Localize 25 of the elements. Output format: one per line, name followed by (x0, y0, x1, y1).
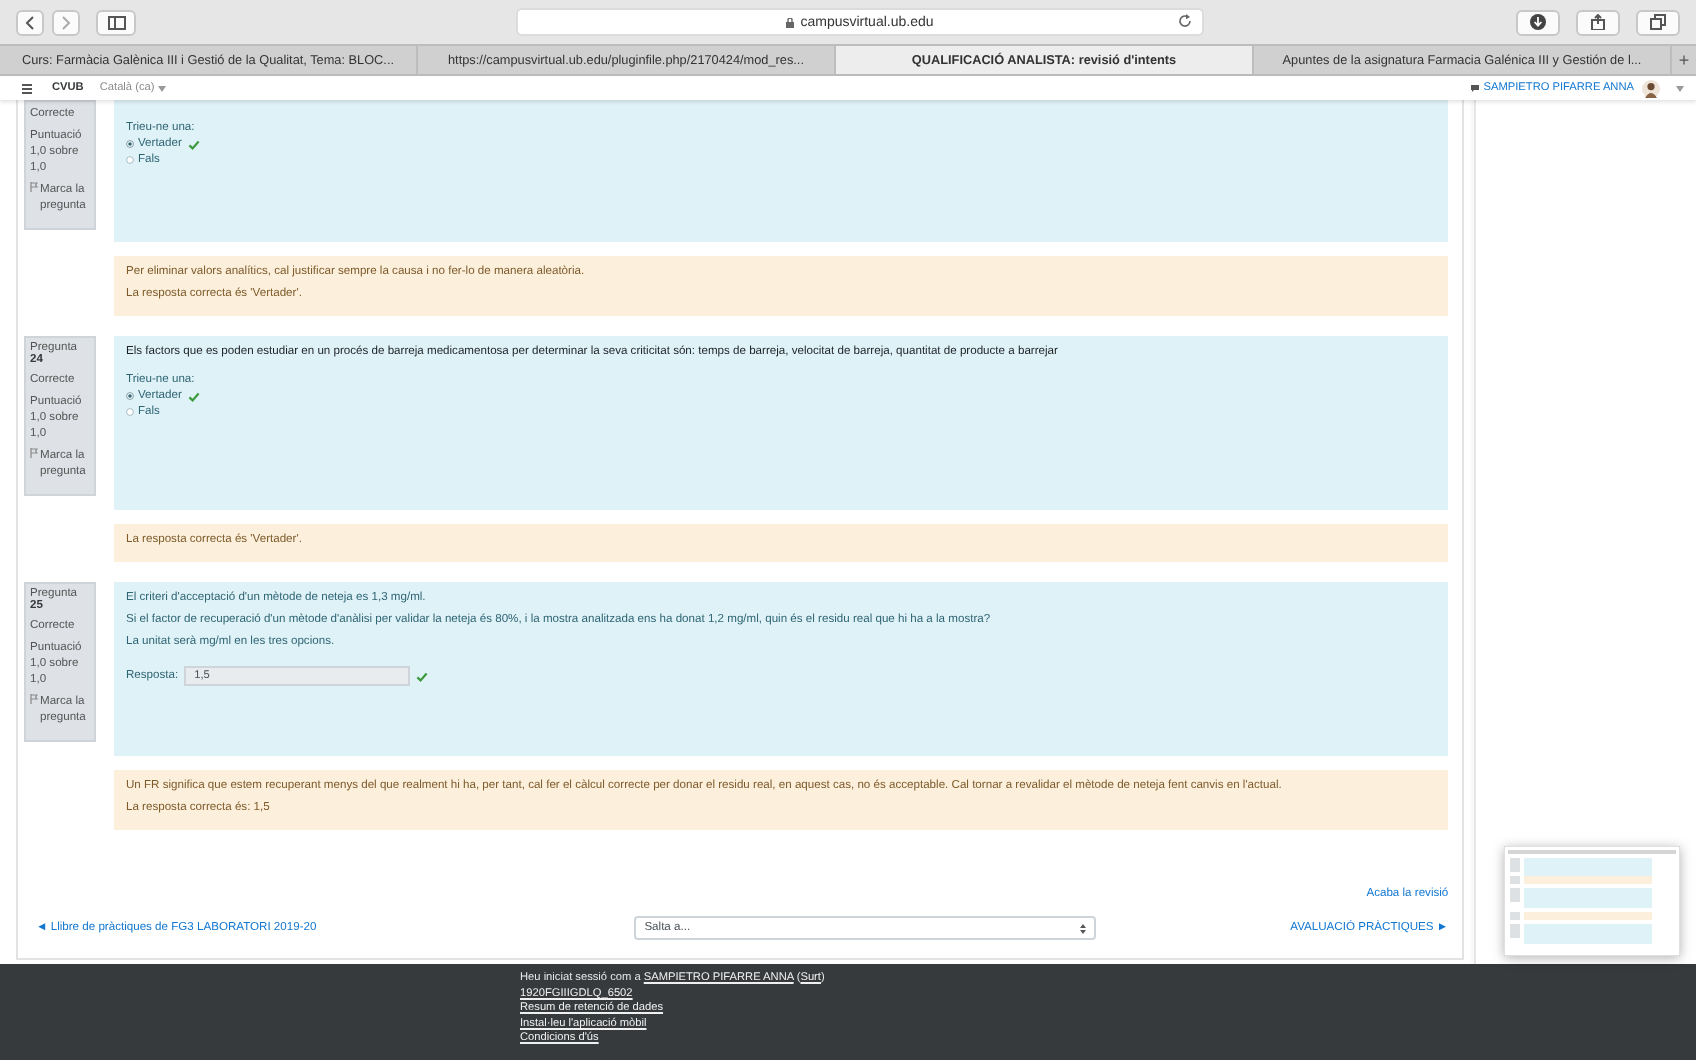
lock-icon (786, 17, 795, 27)
avatar-icon (1642, 79, 1660, 97)
radio-button[interactable] (126, 140, 134, 148)
radio-button[interactable] (126, 156, 134, 164)
back-button[interactable] (16, 9, 44, 35)
forward-icon (60, 15, 72, 29)
share-icon (1590, 14, 1606, 30)
sidebar-button[interactable] (96, 9, 136, 35)
caret-icon[interactable] (1676, 85, 1684, 91)
new-tab-button[interactable]: + (1672, 46, 1696, 74)
radio-button[interactable] (126, 408, 134, 416)
menu-icon[interactable] (22, 83, 32, 93)
sidebar-icon (107, 15, 125, 29)
radio-button[interactable] (126, 392, 134, 400)
select-arrows-icon (1080, 923, 1087, 933)
back-icon (24, 15, 36, 29)
reload-icon[interactable] (1178, 14, 1192, 28)
tabs-icon (1650, 14, 1666, 30)
caret-icon (158, 85, 167, 91)
share-button[interactable] (1576, 9, 1620, 35)
download-button[interactable] (1516, 9, 1560, 35)
tabs-button[interactable] (1636, 9, 1680, 35)
page-thumbnail-drawing[interactable] (1504, 846, 1680, 956)
download-icon (1530, 14, 1546, 30)
message-icon[interactable] (1469, 84, 1480, 92)
